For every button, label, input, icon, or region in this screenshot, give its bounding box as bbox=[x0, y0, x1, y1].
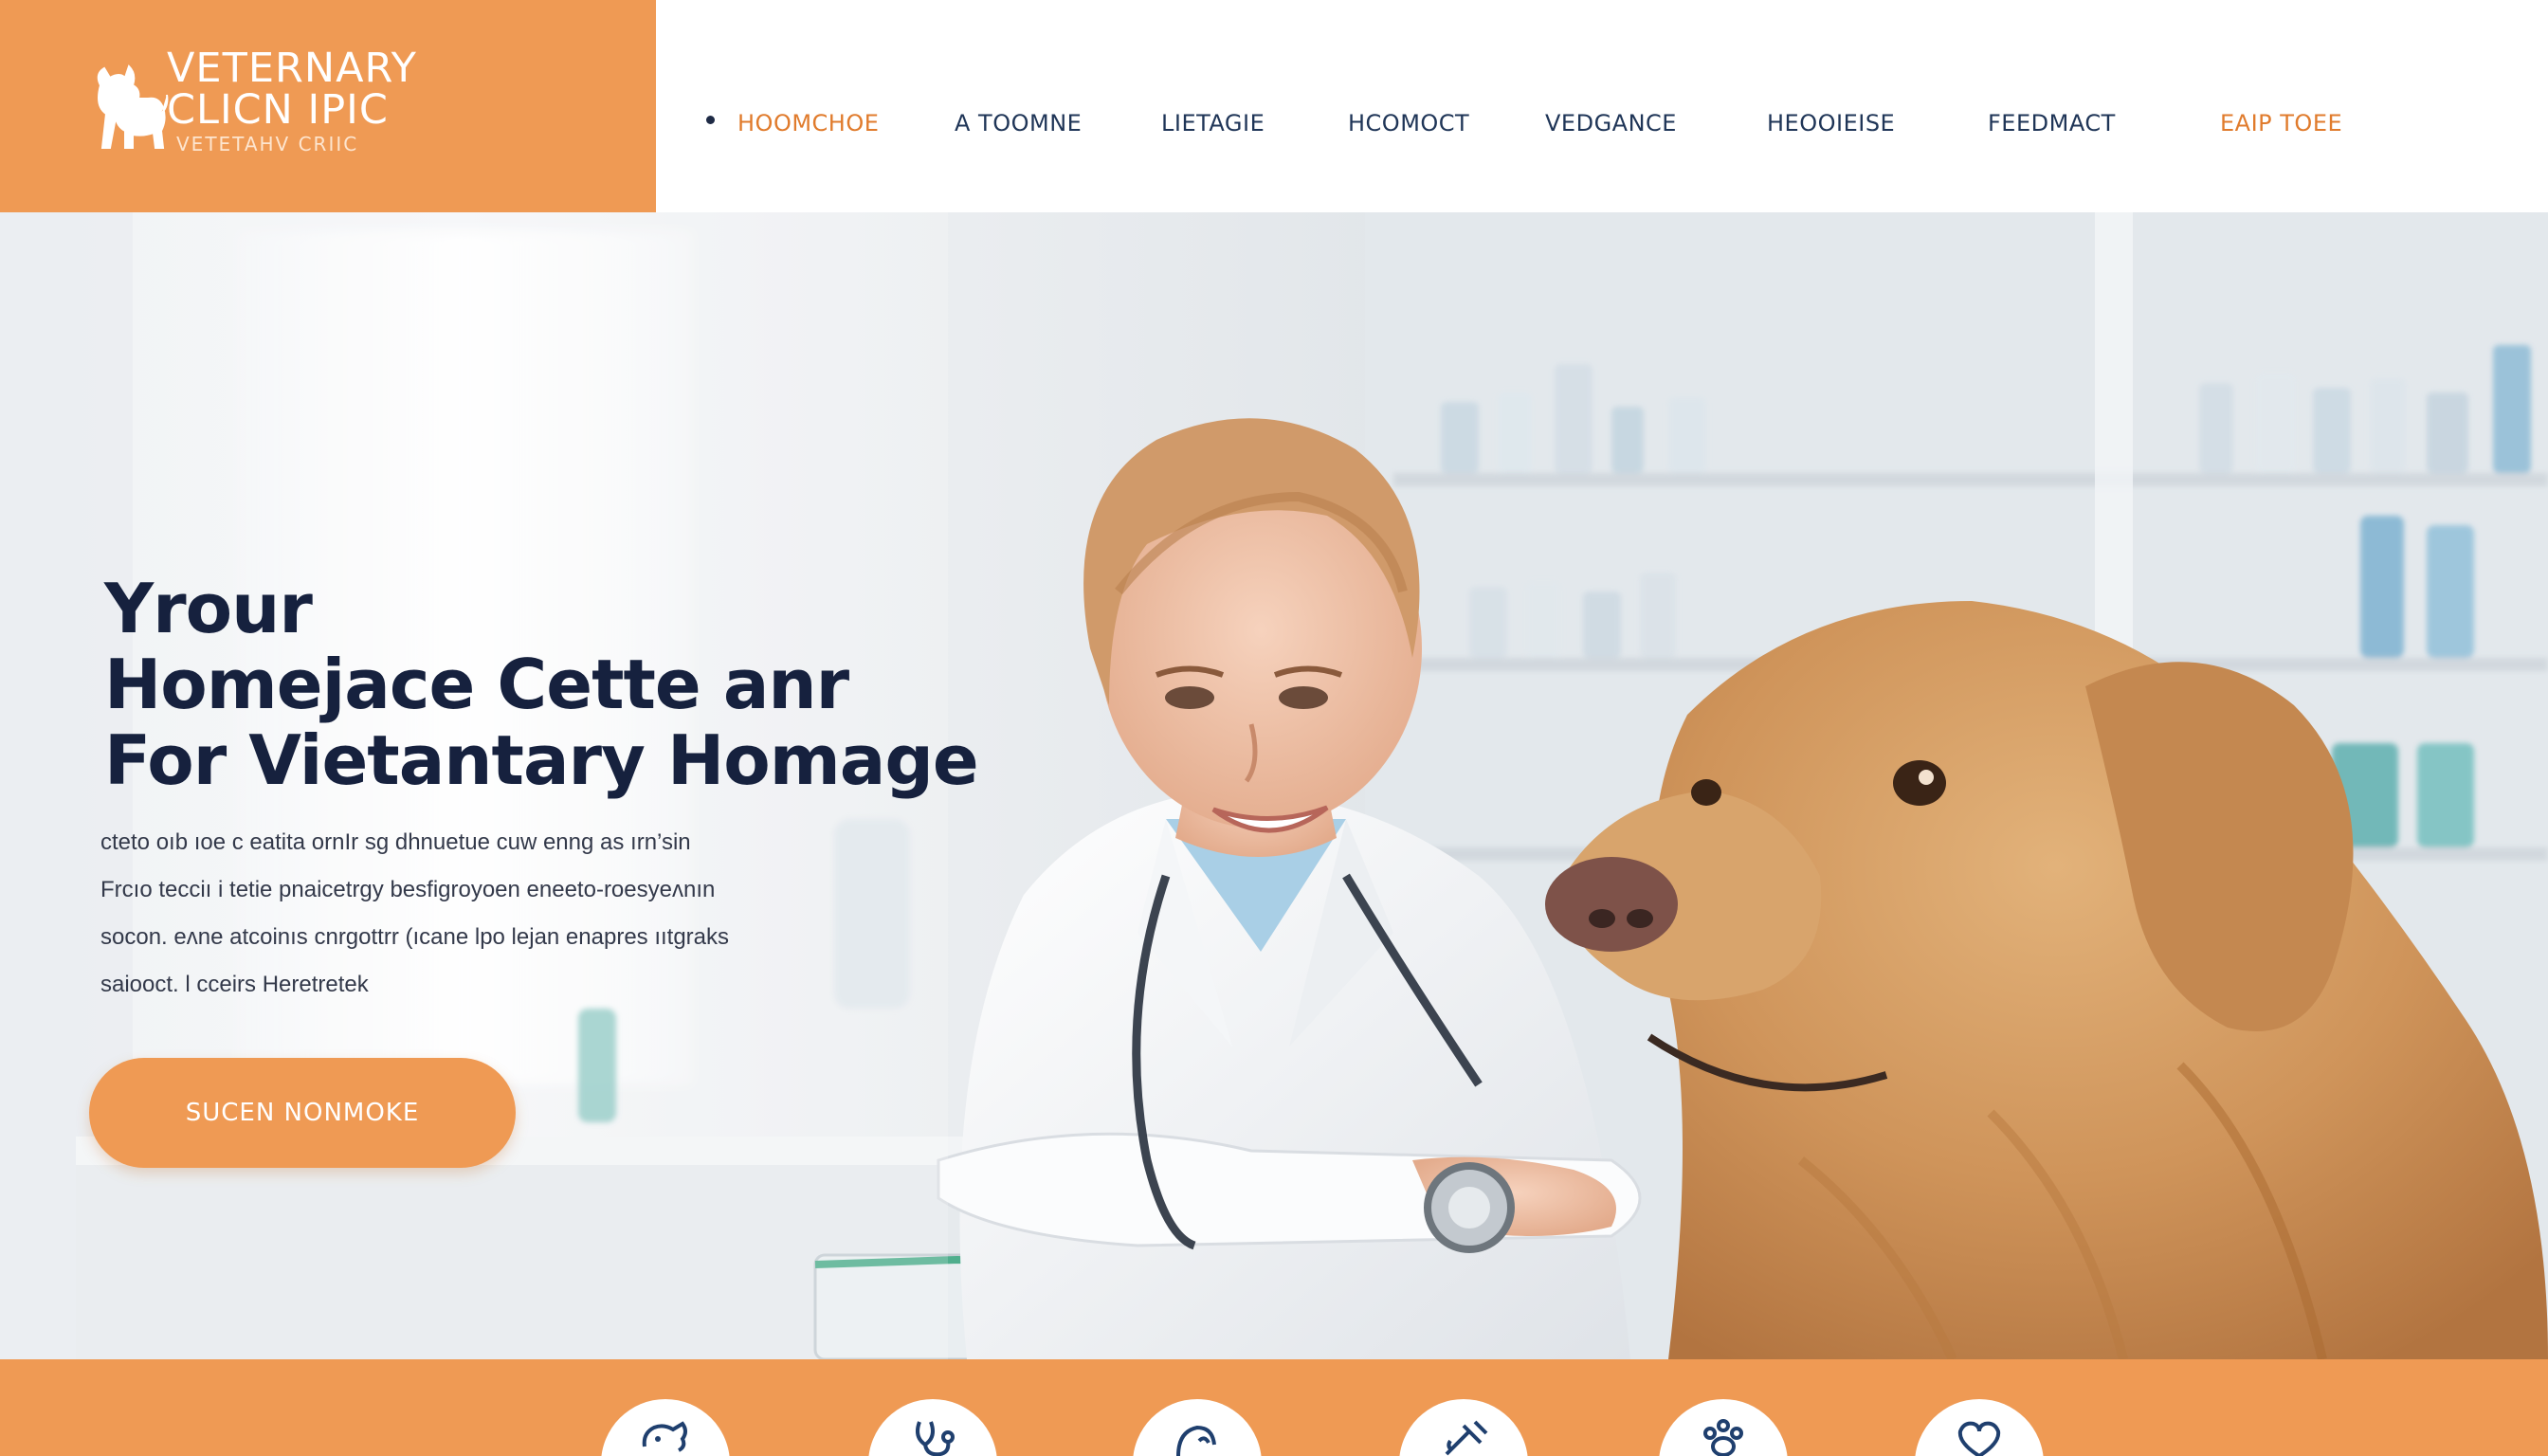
hero-copy-line3: socon. eʌne atcoinıs cnrgottrr (ıcane lp… bbox=[100, 924, 730, 950]
nav-item-3[interactable]: LIETAGIE bbox=[1161, 110, 1265, 136]
stethoscope-icon bbox=[916, 1421, 955, 1456]
main-nav bbox=[656, 0, 2548, 212]
service-heart[interactable] bbox=[1915, 1399, 2044, 1456]
service-dog[interactable] bbox=[601, 1399, 730, 1456]
hero-cta-button[interactable]: SUCEN NONMOKE bbox=[89, 1058, 516, 1168]
service-paw[interactable] bbox=[1659, 1399, 1788, 1456]
service-stethoscope[interactable] bbox=[868, 1399, 997, 1456]
services-band bbox=[0, 1359, 2548, 1456]
nav-item-8[interactable]: EAIP TOEE bbox=[2220, 110, 2342, 136]
nav-item-7[interactable]: FEEDMACT bbox=[1988, 110, 2116, 136]
hero-description: cteto oıb ıoe c eatita ornIr sg dhnuetue… bbox=[100, 819, 878, 1009]
heart-icon bbox=[1957, 1421, 2001, 1456]
active-nav-dot bbox=[706, 116, 715, 124]
nav-item-1[interactable]: HOOMCHOE bbox=[737, 110, 879, 136]
service-pet-care[interactable] bbox=[1133, 1399, 1262, 1456]
nav-item-5[interactable]: VEDGANCE bbox=[1545, 110, 1677, 136]
brand-title-line2: CLICN IPIC bbox=[167, 86, 389, 134]
pet-care-icon bbox=[1176, 1425, 1216, 1456]
hero-title-line3: For Vietantary Homage bbox=[104, 720, 979, 800]
dog-logo-icon bbox=[97, 64, 169, 149]
hero-copy-line1: cteto oıb ıoe c eatita ornIr sg dhnuetue… bbox=[100, 829, 691, 855]
brand-title-line1: VETERNARY bbox=[167, 45, 417, 92]
nav-item-6[interactable]: HEOOIEISE bbox=[1767, 110, 1895, 136]
hero-title-line1: Yrour bbox=[104, 569, 313, 648]
paw-icon bbox=[1703, 1419, 1743, 1456]
service-syringe[interactable] bbox=[1399, 1399, 1528, 1456]
dog-icon bbox=[642, 1421, 687, 1452]
hero-section: Yrour Homejace Cette anr For Vietantary … bbox=[0, 212, 2548, 1359]
hero-copy-line2: Frcıo tecciı i tetie pnaicetrgy besfigro… bbox=[100, 877, 716, 902]
hero-title-line2: Homejace Cette anr bbox=[104, 645, 849, 724]
brand-logo[interactable]: VETERNARY CLICN IPIC VETETAHV CRIIC bbox=[0, 0, 656, 212]
hero-title: Yrour Homejace Cette anr For Vietantary … bbox=[104, 569, 979, 800]
brand-title: VETERNARY CLICN IPIC bbox=[167, 47, 417, 131]
syringe-icon bbox=[1445, 1420, 1488, 1456]
nav-item-2[interactable]: A TOOMNE bbox=[955, 110, 1082, 136]
brand-subtitle: VETETAHV CRIIC bbox=[176, 133, 359, 155]
hero-copy-line4: saiooct. l cceirs Heretretek bbox=[100, 972, 369, 997]
nav-item-4[interactable]: HCOMOCT bbox=[1348, 110, 1469, 136]
